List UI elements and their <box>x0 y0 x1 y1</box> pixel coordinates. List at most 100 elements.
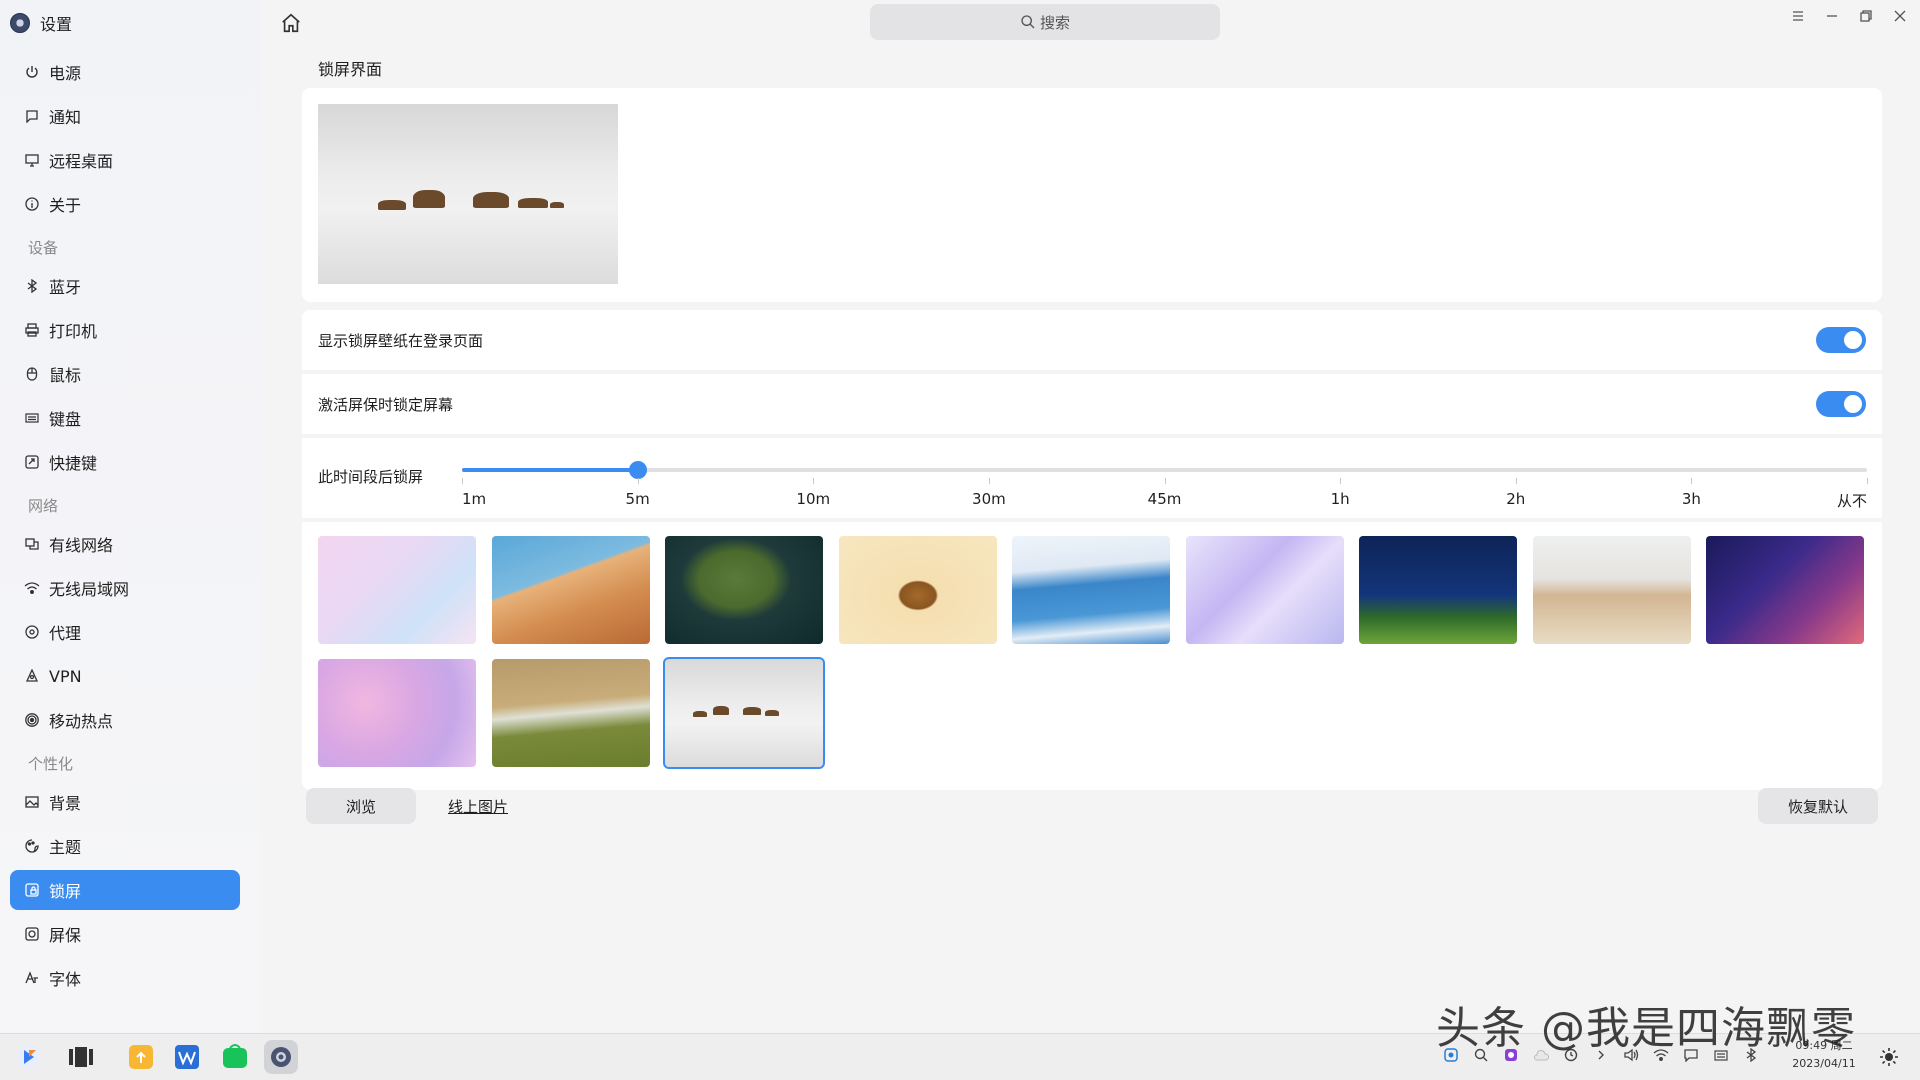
sidebar-item-font[interactable]: 字体 <box>10 958 240 998</box>
wallpaper-thumbnail[interactable] <box>491 659 650 767</box>
wallpaper-thumbnail[interactable] <box>1532 536 1691 644</box>
wallpaper-thumbnail[interactable] <box>1706 536 1864 644</box>
window-controls <box>1790 8 1920 24</box>
slider-tick-label: 10m <box>796 490 831 508</box>
close-icon[interactable] <box>1892 8 1908 24</box>
wallpaper-thumbnail[interactable] <box>318 536 476 644</box>
sidebar-item-bluetooth[interactable]: 蓝牙 <box>10 266 240 306</box>
sidebar-item-label: 锁屏 <box>49 882 82 901</box>
slider-tick-label: 2h <box>1506 490 1526 508</box>
sidebar-item-wired-network[interactable]: 有线网络 <box>10 524 240 564</box>
browse-button[interactable]: 浏览 <box>306 788 416 824</box>
slider-tick <box>462 478 463 484</box>
wallpaper-thumbnail[interactable] <box>1012 536 1170 644</box>
sidebar-item-info[interactable]: 关于 <box>10 184 240 224</box>
wallpaper-gallery <box>302 522 1882 790</box>
app-store-icon[interactable] <box>218 1040 252 1074</box>
sidebar-item-remote-desktop[interactable]: 远程桌面 <box>10 140 240 180</box>
menu-icon[interactable] <box>1790 8 1806 24</box>
printer-icon <box>24 322 40 338</box>
settings-taskbar-icon[interactable] <box>264 1040 298 1074</box>
launcher-icon[interactable] <box>12 1040 46 1074</box>
sidebar-item-theme[interactable]: 主题 <box>10 826 240 866</box>
sidebar-item-wifi[interactable]: 无线局域网 <box>10 568 240 608</box>
sidebar-item-background[interactable]: 背景 <box>10 782 240 822</box>
sidebar-item-label: 屏保 <box>49 926 82 945</box>
info-icon <box>24 196 40 212</box>
sidebar-item-label: 电源 <box>49 64 82 83</box>
screensaver-icon <box>24 926 40 942</box>
search-placeholder: 搜索 <box>1039 13 1070 32</box>
sidebar-item-label: 快捷键 <box>49 454 98 473</box>
search-input[interactable]: 搜索 <box>870 4 1220 40</box>
sidebar-item-label: 字体 <box>49 970 82 989</box>
sidebar-item-lockscreen[interactable]: 锁屏 <box>10 870 240 910</box>
sidebar-item-notification[interactable]: 通知 <box>10 96 240 136</box>
theme-toggle-icon[interactable] <box>1874 1042 1904 1072</box>
slider-fill <box>462 468 638 472</box>
wallpaper-thumbnail[interactable] <box>838 536 997 644</box>
lock-on-screensaver-toggle[interactable] <box>1816 391 1866 417</box>
proxy-icon <box>24 624 40 640</box>
wallpaper-thumbnail[interactable] <box>318 659 476 767</box>
sidebar-item-printer[interactable]: 打印机 <box>10 310 240 350</box>
sidebar-item-mouse[interactable]: 鼠标 <box>10 354 240 394</box>
sidebar-item-power[interactable]: 电源 <box>10 52 240 92</box>
sidebar-item-label: 键盘 <box>49 410 82 429</box>
wallpaper-thumbnail[interactable] <box>665 536 823 644</box>
wallpaper-thumbnail[interactable] <box>491 536 650 644</box>
sidebar-item-proxy[interactable]: 代理 <box>10 612 240 652</box>
lock-after-slider[interactable] <box>462 461 1867 479</box>
section-title: 锁屏界面 <box>318 60 383 79</box>
keyboard-icon <box>24 410 40 426</box>
sidebar-nav: 电源 通知 远程桌面 关于 设备 蓝牙 打印机 鼠标 键盘 快捷键 网络 有线网络 无线局域网 代理 VPN… <box>10 52 240 1002</box>
restore-default-button[interactable]: 恢复默认 <box>1758 788 1878 824</box>
sidebar-section-title: 网络 <box>28 497 59 515</box>
sidebar-item-label: 无线局域网 <box>49 580 130 599</box>
multitask-view-icon[interactable] <box>64 1040 98 1074</box>
background-icon <box>24 794 40 810</box>
slider-tick-label: 30m <box>972 490 1006 508</box>
shortcut-icon <box>24 454 40 470</box>
clock-date: 2023/04/11 <box>1792 1057 1856 1070</box>
setting-row-show-on-login: 显示锁屏壁纸在登录页面 <box>302 310 1882 370</box>
sidebar-item-label: 通知 <box>49 108 82 127</box>
lockscreen-preview-card <box>302 88 1882 302</box>
sidebar-item-label: 背景 <box>49 794 82 813</box>
settings-app-icon <box>10 13 30 33</box>
slider-tick-label: 45m <box>1147 490 1182 508</box>
vpn-icon <box>24 668 40 684</box>
sidebar-item-label: 主题 <box>49 838 82 857</box>
sidebar-item-label: 蓝牙 <box>49 278 82 297</box>
show-on-login-toggle[interactable] <box>1816 327 1866 353</box>
home-button[interactable] <box>278 10 304 36</box>
wps-office-icon[interactable] <box>170 1040 204 1074</box>
restore-icon[interactable] <box>1858 8 1874 24</box>
slider-tick-label: 5m <box>625 490 650 508</box>
slider-thumb[interactable] <box>628 461 647 479</box>
slider-tick <box>1164 478 1166 484</box>
sidebar-item-label: 鼠标 <box>49 366 82 385</box>
sidebar-item-screensaver[interactable]: 屏保 <box>10 914 240 954</box>
wallpaper-thumbnail[interactable] <box>1185 536 1344 644</box>
setting-label: 激活屏保时锁定屏幕 <box>318 395 454 414</box>
sidebar-item-keyboard[interactable]: 键盘 <box>10 398 240 438</box>
slider-tick-label: 1m <box>462 490 487 508</box>
theme-icon <box>24 838 40 854</box>
online-images-link[interactable]: 线上图片 <box>448 788 508 824</box>
wallpaper-thumbnail[interactable] <box>663 657 825 769</box>
slider-tick-label: 3h <box>1681 490 1701 508</box>
lockscreen-icon <box>24 882 40 898</box>
slider-tick-label: 从不 <box>1836 492 1867 510</box>
sidebar-item-hotspot[interactable]: 移动热点 <box>10 700 240 740</box>
sidebar-item-shortcut[interactable]: 快捷键 <box>10 442 240 482</box>
file-manager-icon[interactable] <box>124 1040 158 1074</box>
sidebar: 设置 电源 通知 远程桌面 关于 设备 蓝牙 打印机 鼠标 键盘 快捷键 网络 有线网络 无线局域网 代理… <box>0 0 260 1033</box>
lock-after-label: 此时间段后锁屏 <box>318 468 424 486</box>
sidebar-item-label: 移动热点 <box>49 712 114 731</box>
sidebar-item-vpn[interactable]: VPN <box>10 656 240 696</box>
sidebar-item-label: 远程桌面 <box>49 152 114 171</box>
setting-label: 显示锁屏壁纸在登录页面 <box>318 331 484 350</box>
wallpaper-thumbnail[interactable] <box>1359 536 1517 644</box>
minimize-icon[interactable] <box>1824 8 1840 24</box>
